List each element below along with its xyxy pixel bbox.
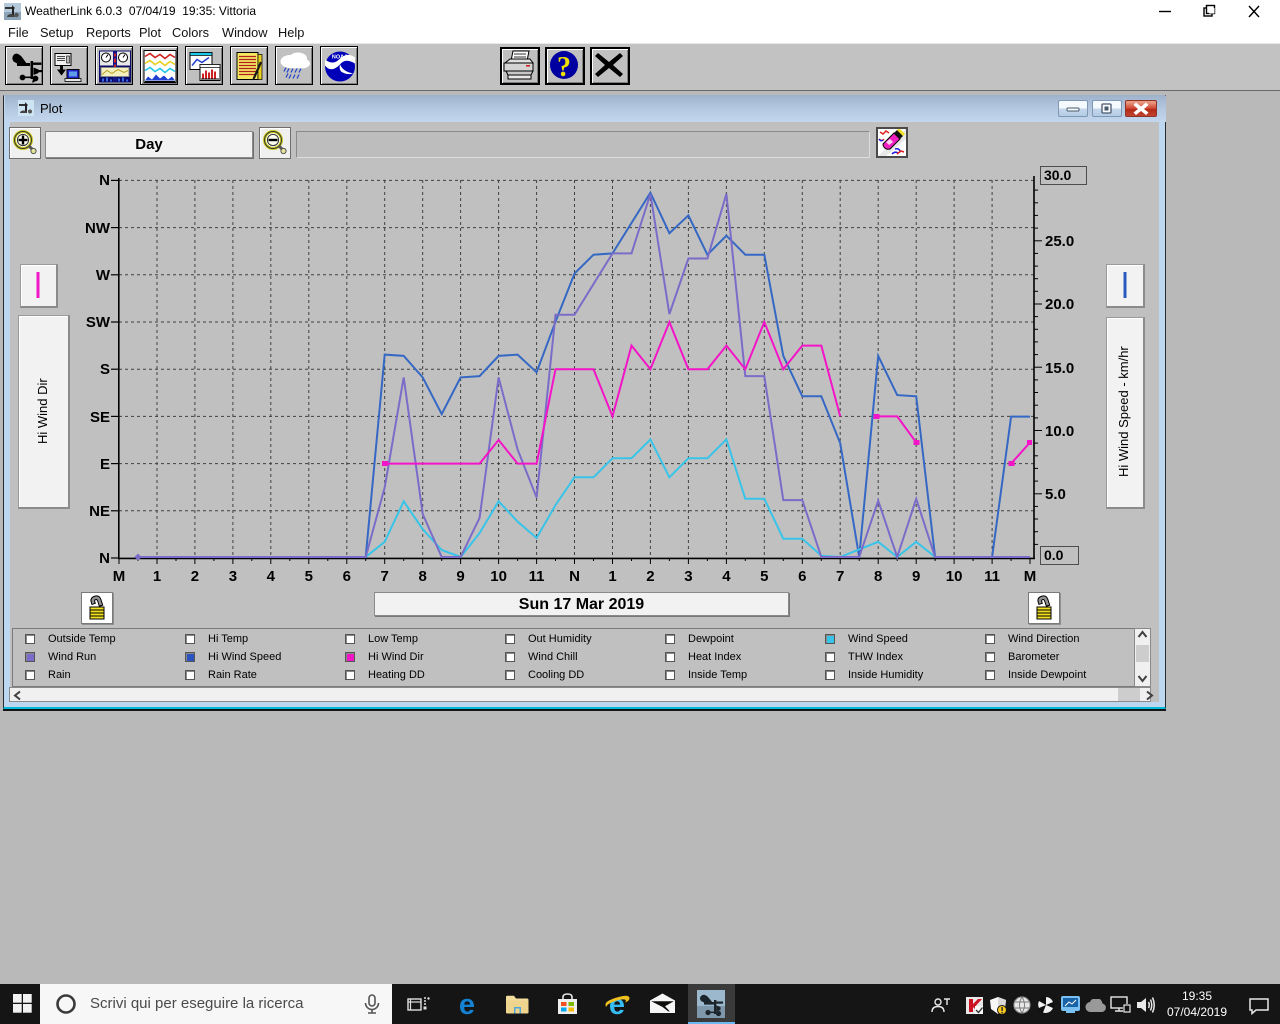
- svg-text:E: E: [100, 456, 110, 473]
- svg-text:10.0: 10.0: [1045, 423, 1074, 440]
- svg-text:SE: SE: [90, 409, 110, 426]
- svg-text:6: 6: [798, 568, 806, 585]
- svg-text:5: 5: [760, 568, 768, 585]
- svg-text:M: M: [1024, 568, 1037, 585]
- svg-text:25.0: 25.0: [1045, 233, 1074, 250]
- svg-text:W: W: [96, 267, 111, 284]
- svg-text:3: 3: [229, 568, 237, 585]
- svg-text:2: 2: [191, 568, 199, 585]
- svg-text:8: 8: [419, 568, 427, 585]
- svg-text:4: 4: [722, 568, 731, 585]
- svg-text:1: 1: [608, 568, 616, 585]
- svg-text:1: 1: [153, 568, 161, 585]
- svg-text:4: 4: [267, 568, 276, 585]
- svg-text:N: N: [99, 550, 110, 567]
- svg-text:8: 8: [874, 568, 882, 585]
- svg-text:11: 11: [529, 568, 545, 585]
- svg-text:M: M: [113, 568, 126, 585]
- svg-text:N: N: [99, 172, 110, 189]
- svg-text:9: 9: [456, 568, 464, 585]
- svg-text:5: 5: [305, 568, 313, 585]
- svg-text:10: 10: [490, 568, 507, 585]
- svg-text:10: 10: [946, 568, 963, 585]
- svg-text:7: 7: [836, 568, 844, 585]
- svg-text:6: 6: [343, 568, 351, 585]
- svg-text:2: 2: [646, 568, 654, 585]
- svg-text:7: 7: [381, 568, 389, 585]
- svg-text:NW: NW: [85, 220, 111, 237]
- svg-text:e: e: [609, 990, 625, 1018]
- svg-text:N: N: [569, 568, 580, 585]
- svg-text:3: 3: [684, 568, 692, 585]
- svg-text:11: 11: [984, 568, 1000, 585]
- svg-text:S: S: [100, 361, 110, 378]
- svg-text:20.0: 20.0: [1045, 296, 1074, 313]
- svg-text:e: e: [459, 990, 475, 1018]
- svg-text:NE: NE: [89, 503, 110, 520]
- svg-text:15.0: 15.0: [1045, 360, 1074, 377]
- svg-text:5.0: 5.0: [1045, 486, 1066, 503]
- svg-text:SW: SW: [86, 314, 111, 331]
- svg-text:9: 9: [912, 568, 920, 585]
